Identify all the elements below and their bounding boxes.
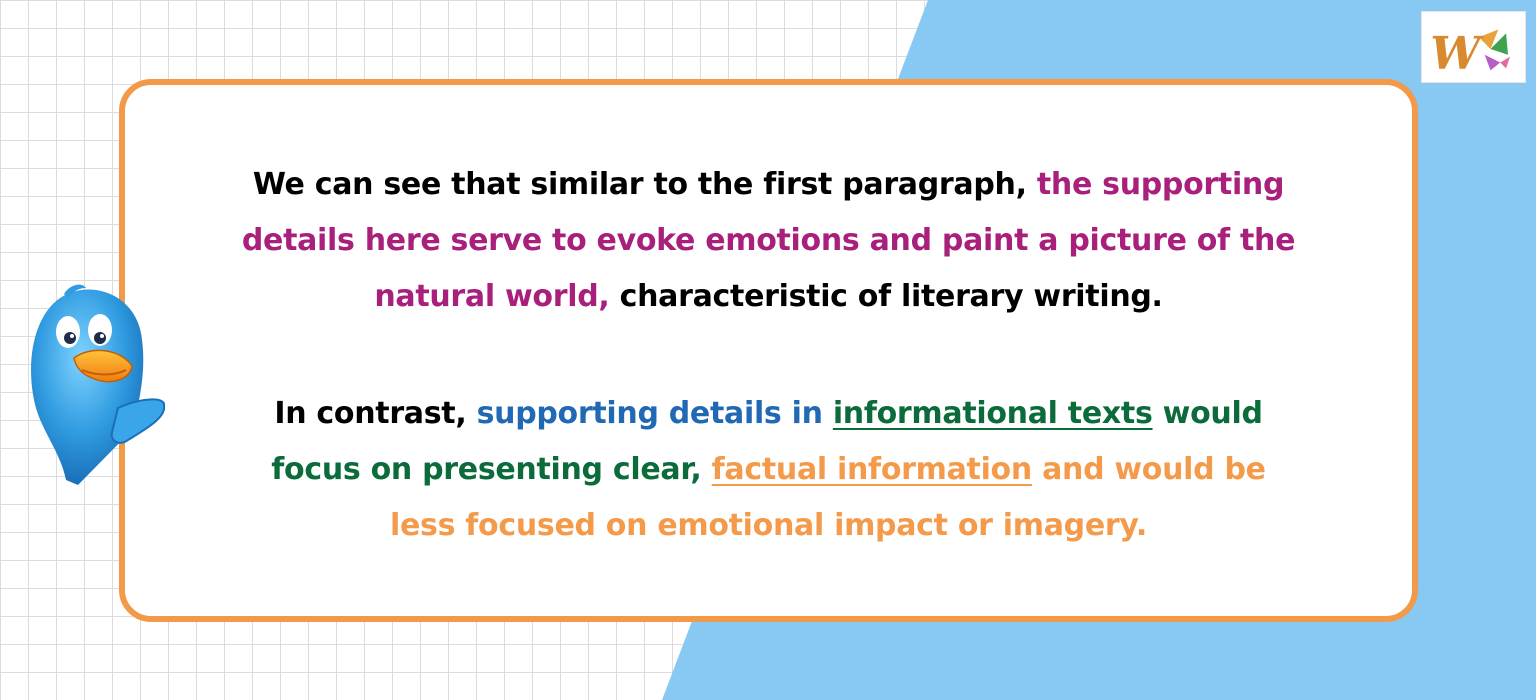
blue-bird-mascot-icon [20,280,170,490]
p2-text-factual-information: factual information [711,452,1033,487]
paragraph2-line2: focus on presenting clear, factual infor… [125,442,1412,498]
paragraph1-line3: natural world, characteristic of literar… [125,269,1412,325]
p1-text-conclusion: characteristic of literary writing. [619,279,1163,314]
p2-text-informational-texts: informational texts [832,396,1153,431]
p1-text-highlight: the supporting [1036,167,1285,202]
logo-triangle-purple [1484,54,1501,71]
bird-body [31,289,144,485]
logo-triangle-pink [1500,56,1510,69]
paragraph-informational: In contrast, supporting details in infor… [125,386,1412,554]
paragraph1-line2: details here serve to evoke emotions and… [125,213,1412,269]
p2-text-orange-end: less focused on emotional impact or imag… [390,508,1147,543]
paragraph2-line1: In contrast, supporting details in infor… [125,386,1412,442]
bird-glint-right [100,334,104,338]
p1-text-intro: We can see that similar to the first par… [252,167,1037,202]
bird-glint-left [70,334,74,338]
paragraph2-line3: less focused on emotional impact or imag… [125,498,1412,554]
p2-text-intro: In contrast, [274,396,477,431]
p1-text-highlight-end: natural world, [374,279,620,314]
w-logo-icon: W [1421,11,1526,83]
p2-text-blue: supporting details in [476,396,833,431]
paragraph-literary: We can see that similar to the first par… [125,157,1412,325]
p2-text-green: focus on presenting clear, [271,452,712,487]
bird-pupil-right [94,332,106,344]
bird-pupil-left [64,332,76,344]
content-card: We can see that similar to the first par… [119,79,1418,622]
p1-text-highlight-cont: details here serve to evoke emotions and… [241,223,1296,258]
p2-text-orange: and would be [1031,452,1266,487]
paragraph1-line1: We can see that similar to the first par… [125,157,1412,213]
p2-text-would: would [1152,396,1263,431]
logo-letter: W [1430,26,1484,79]
